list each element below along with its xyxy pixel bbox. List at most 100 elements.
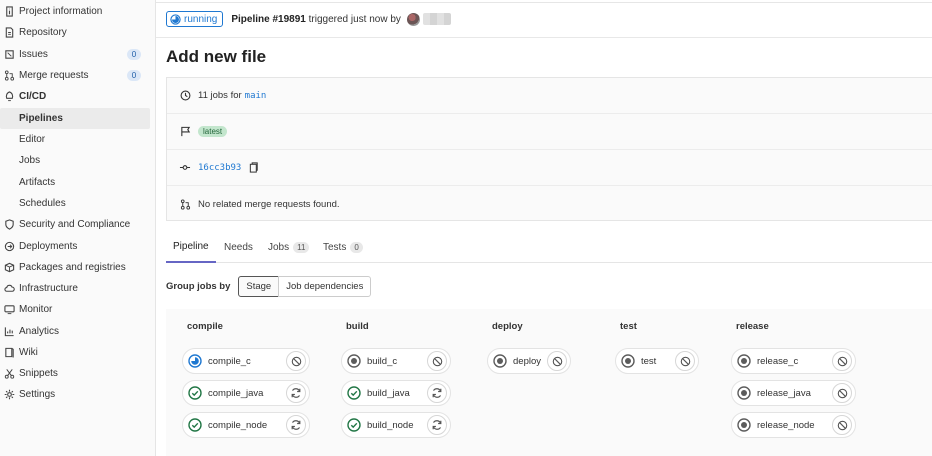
job-compile_java[interactable]: compile_java — [182, 380, 310, 406]
cancel-icon — [837, 420, 848, 431]
job-build_node[interactable]: build_node — [341, 412, 451, 438]
job-build_java[interactable]: build_java — [341, 380, 451, 406]
cancel-button[interactable] — [547, 351, 567, 371]
job-release_java[interactable]: release_java — [731, 380, 856, 406]
job-release_node[interactable]: release_node — [731, 412, 856, 438]
sidebar-item-editor[interactable]: Editor — [0, 129, 150, 150]
sidebar-item-security-compliance[interactable]: Security and Compliance — [0, 214, 150, 235]
retry-button[interactable] — [427, 383, 447, 403]
avatar[interactable] — [406, 12, 420, 26]
sidebar-item-label: Settings — [19, 389, 56, 400]
sidebar-item-pipelines[interactable]: Pipelines — [0, 108, 150, 129]
stage-header-test: test — [620, 321, 637, 332]
job-compile_node[interactable]: compile_node — [182, 412, 310, 438]
cancel-button[interactable] — [832, 383, 852, 403]
pipeline-info-box: 11 jobs for main latest 16cc3b93 No relat… — [166, 77, 932, 221]
sidebar-item-schedules[interactable]: Schedules — [0, 193, 150, 214]
tab-count: 0 — [350, 242, 363, 253]
chart-icon — [3, 326, 15, 338]
retry-button[interactable] — [286, 383, 306, 403]
job-dependencies-toggle-button[interactable]: Job dependencies — [278, 275, 372, 297]
job-release_c[interactable]: release_c — [731, 348, 856, 374]
cancel-icon — [837, 388, 848, 399]
status-badge-running[interactable]: running — [166, 11, 224, 27]
retry-button[interactable] — [427, 415, 447, 435]
sidebar-item-artifacts[interactable]: Artifacts — [0, 172, 150, 193]
job-name: compile_java — [208, 387, 264, 399]
issues-icon — [3, 49, 15, 61]
retry-button[interactable] — [286, 415, 306, 435]
latest-badge: latest — [198, 126, 228, 137]
cancel-button[interactable] — [286, 351, 306, 371]
tab-pipeline[interactable]: Pipeline — [166, 232, 216, 263]
sidebar-item-project-information[interactable]: Project information — [0, 1, 150, 22]
sidebar-item-repository[interactable]: Repository — [0, 22, 150, 43]
jobs-count-row: 11 jobs for main — [167, 78, 932, 114]
sidebar-item-snippets[interactable]: Snippets — [0, 363, 150, 384]
stage-header-compile: compile — [187, 321, 223, 332]
job-test[interactable]: test — [615, 348, 699, 374]
sidebar-item-settings[interactable]: Settings — [0, 384, 150, 405]
success-status-icon — [188, 386, 202, 400]
commit-row: 16cc3b93 — [167, 150, 932, 186]
retry-icon — [431, 419, 443, 431]
sidebar-item-label: Repository — [19, 27, 67, 38]
tab-needs[interactable]: Needs — [224, 232, 253, 263]
commit-sha-link[interactable]: 16cc3b93 — [198, 163, 241, 173]
header-divider — [156, 37, 932, 38]
created-status-icon — [737, 386, 751, 400]
latest-row: latest — [167, 114, 932, 150]
status-text: running — [184, 13, 218, 25]
sidebar-item-label: Analytics — [19, 326, 60, 337]
branch-link[interactable]: main — [245, 91, 267, 101]
triggered-text: triggered just now by — [308, 13, 401, 25]
stage-toggle-button[interactable]: Stage — [238, 275, 280, 297]
job-compile_c[interactable]: compile_c — [182, 348, 310, 374]
stage-header-deploy: deploy — [492, 321, 523, 332]
sidebar-item-jobs[interactable]: Jobs — [0, 150, 150, 171]
merge-request-icon — [179, 198, 191, 210]
sidebar-item-cicd[interactable]: CI/CD — [0, 86, 150, 107]
sidebar-item-monitor[interactable]: Monitor — [0, 299, 150, 320]
job-deploy[interactable]: deploy — [487, 348, 571, 374]
created-status-icon — [347, 354, 361, 368]
flag-icon — [179, 126, 191, 138]
stage-header-build: build — [346, 321, 369, 332]
scissors-icon — [3, 368, 15, 380]
group-jobs-label: Group jobs by — [166, 280, 231, 292]
sidebar-item-label: Editor — [19, 134, 46, 145]
created-status-icon — [621, 354, 635, 368]
redacted-username — [422, 13, 451, 25]
cancel-button[interactable] — [832, 415, 852, 435]
success-status-icon — [347, 418, 361, 432]
tab-jobs[interactable]: Jobs 11 — [268, 232, 310, 263]
sidebar-item-deployments[interactable]: Deployments — [0, 236, 150, 257]
info-icon — [3, 6, 15, 18]
stage-header-release: release — [736, 321, 769, 332]
pipeline-header: running Pipeline #19891 triggered just n… — [166, 10, 451, 28]
created-status-icon — [737, 418, 751, 432]
sidebar-item-label: Schedules — [19, 198, 66, 209]
copy-icon[interactable] — [249, 162, 259, 173]
sidebar-item-label: Security and Compliance — [19, 219, 131, 230]
job-name: compile_c — [208, 355, 251, 367]
sidebar-item-issues[interactable]: Issues 0 — [0, 44, 150, 65]
job-build_c[interactable]: build_c — [341, 348, 451, 374]
job-name: build_c — [367, 355, 398, 367]
cancel-button[interactable] — [832, 351, 852, 371]
page-title: Add new file — [166, 47, 267, 66]
tab-tests[interactable]: Tests 0 — [323, 232, 363, 263]
cancel-button[interactable] — [675, 351, 695, 371]
sidebar-item-label: Deployments — [19, 241, 78, 252]
top-divider — [156, 0, 932, 3]
success-status-icon — [188, 418, 202, 432]
sidebar-item-infrastructure[interactable]: Infrastructure — [0, 278, 150, 299]
cloud-icon — [3, 283, 15, 295]
sidebar-item-analytics[interactable]: Analytics — [0, 321, 150, 342]
cancel-button[interactable] — [427, 351, 447, 371]
job-name: test — [641, 355, 657, 367]
sidebar-item-merge-requests[interactable]: Merge requests 0 — [0, 65, 150, 86]
sidebar-item-packages-registries[interactable]: Packages and registries — [0, 257, 150, 278]
sidebar-item-wiki[interactable]: Wiki — [0, 342, 150, 363]
issues-count-badge: 0 — [127, 49, 141, 60]
